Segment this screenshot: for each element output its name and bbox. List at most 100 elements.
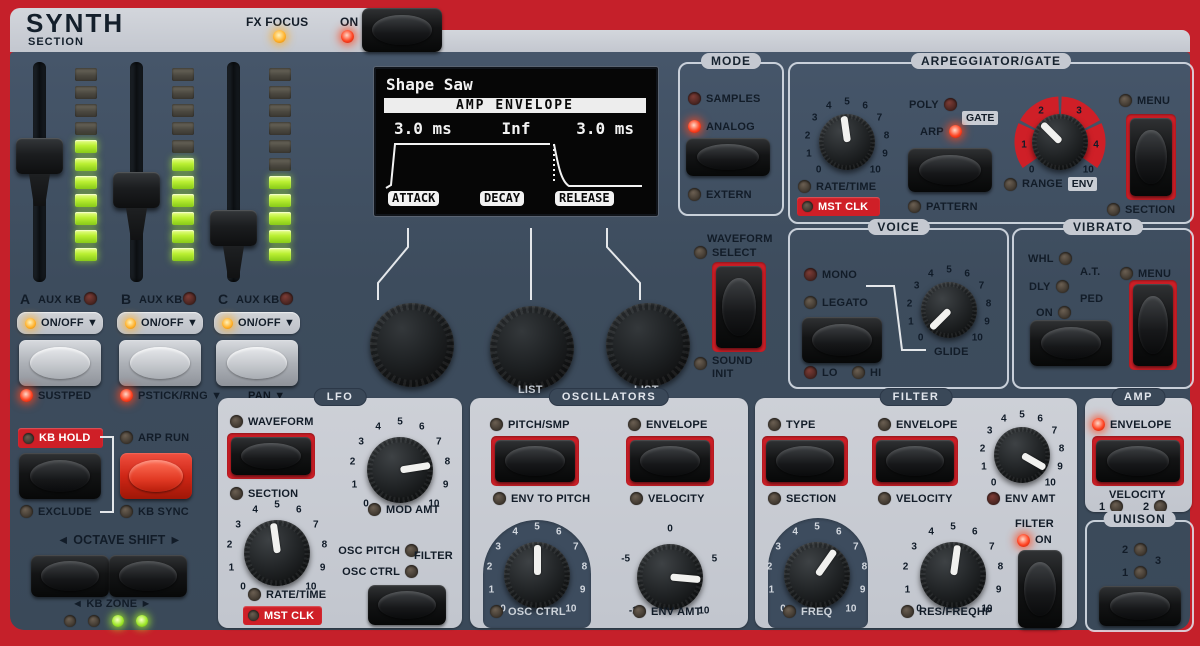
exclude-row: EXCLUDE <box>20 505 92 518</box>
display-banner: AMP ENVELOPE <box>384 98 646 113</box>
vib-menu-frame <box>1129 280 1177 370</box>
pitch-smp-button[interactable] <box>495 440 575 482</box>
arp-mode-button[interactable] <box>908 148 992 192</box>
amp-section: AMP ENVELOPE VELOCITY 1 2 <box>1085 398 1192 512</box>
knob-scale-label: 1 <box>908 317 914 328</box>
arp-run-row: ARP RUN <box>120 431 189 444</box>
knob-scale-label: 1 <box>229 562 235 573</box>
lfo-waveform-button[interactable] <box>231 437 311 475</box>
knob-scale-label: 8 <box>986 298 992 309</box>
fader-a-handle[interactable] <box>16 138 63 174</box>
vib-menu-button[interactable] <box>1133 284 1173 366</box>
filter-on-led <box>1017 534 1030 547</box>
lcd-display: Shape Saw AMP ENVELOPE 3.0 ms Inf 3.0 ms… <box>374 67 658 216</box>
page-title: SYNTH <box>26 8 124 39</box>
fader-c-meter <box>269 68 291 261</box>
amp-envelope-button[interactable] <box>1096 440 1180 482</box>
knob-scale-label: 9 <box>882 149 888 160</box>
meter-segment <box>269 212 291 225</box>
fader-c-handle[interactable] <box>210 210 257 246</box>
octave-up-button[interactable] <box>109 555 187 597</box>
pattern-row: PATTERN <box>908 200 978 213</box>
amp-envelope-frame <box>1092 436 1184 486</box>
octave-down-button[interactable] <box>31 555 109 597</box>
layer-c-onoff[interactable]: ON/OFF ▼ <box>214 312 300 334</box>
layer-a-onoff[interactable]: ON/OFF ▼ <box>17 312 103 334</box>
knob-scale-label: 0 <box>816 165 822 176</box>
filter-envelope-button[interactable] <box>876 440 954 482</box>
knob-scale-label: 3 <box>911 541 917 552</box>
attack-select-knob[interactable] <box>367 300 457 390</box>
knob-scale-label: 5 <box>274 500 280 511</box>
osc-envelope-button[interactable] <box>630 440 710 482</box>
pitch-smp-led <box>490 418 503 431</box>
lfo-waveform-row: WAVEFORM <box>230 415 314 428</box>
unison-3-label: 3 <box>1155 555 1161 567</box>
filter-on-button[interactable] <box>1018 550 1062 628</box>
mode-analog-row: ANALOG <box>688 120 755 133</box>
vibrato-button[interactable] <box>1030 320 1112 366</box>
knob-scale-label: 9 <box>580 584 586 595</box>
vib-menu-led <box>1120 267 1133 280</box>
meter-segment <box>269 158 291 171</box>
whl-row: WHL <box>1028 252 1072 265</box>
knob-scale-label: 10 <box>972 333 983 344</box>
knob-scale-label: 8 <box>582 562 588 573</box>
unison-button[interactable] <box>1099 586 1181 626</box>
filter-velocity-led <box>878 492 891 505</box>
decay-select-knob[interactable] <box>487 303 577 393</box>
kb-zone-led-1 <box>64 615 76 627</box>
meter-segment <box>269 68 291 81</box>
octave-shift-label: ◄ OCTAVE SHIFT ► <box>57 533 182 547</box>
layer-a-button[interactable] <box>19 340 101 386</box>
kb-hold-button[interactable] <box>19 453 101 499</box>
glide-knob[interactable]: 012345678910 <box>901 262 997 358</box>
meter-segment <box>172 122 194 135</box>
knob-scale-label: 3 <box>987 426 993 437</box>
voice-button[interactable] <box>802 317 882 363</box>
layer-b-label: B <box>121 291 131 307</box>
filter-type-led <box>768 418 781 431</box>
arp-mst-clk-led <box>802 201 813 212</box>
kb-zone-led-2 <box>88 615 100 627</box>
knob-scale-label: 5 <box>534 522 540 533</box>
section-on-button[interactable] <box>362 8 442 52</box>
layer-c-button[interactable] <box>216 340 298 386</box>
mode-button[interactable] <box>686 138 770 176</box>
knob-scale-label: 2 <box>903 562 909 573</box>
meter-segment <box>75 176 97 189</box>
arp-section-row: SECTION <box>1107 203 1175 216</box>
freq-led <box>783 605 796 618</box>
meter-segment <box>172 86 194 99</box>
layer-a-led <box>84 292 97 305</box>
waveform-select-button[interactable] <box>716 266 762 348</box>
voice-section: VOICE MONO LEGATO LO HI 012345678910 GLI… <box>788 228 1009 389</box>
knob-scale-label: 4 <box>512 527 518 538</box>
arp-range-knob[interactable]: 1 2 3 4 010 <box>1012 94 1108 190</box>
knob-scale-label: 4 <box>375 422 381 433</box>
knob-scale-label: 4 <box>928 269 934 280</box>
knob-scale-label: 2 <box>980 443 986 454</box>
lfo-dest-button[interactable] <box>368 585 446 625</box>
knob-scale-label: 8 <box>322 540 328 551</box>
layer-b-button[interactable] <box>119 340 201 386</box>
knob-scale-label: 6 <box>556 527 562 538</box>
knob-scale-label: 3 <box>914 281 920 292</box>
sound-init-label2: INIT <box>712 368 734 380</box>
fader-b-handle[interactable] <box>113 172 160 208</box>
release-select-knob[interactable] <box>603 300 693 390</box>
display-decay-value: Inf <box>502 119 531 138</box>
ped-label: PED <box>1080 293 1103 305</box>
arp-run-button[interactable] <box>120 453 192 499</box>
arp-menu-button[interactable] <box>1130 118 1172 196</box>
osc-env-amt-led <box>633 605 646 618</box>
filter-env-amt-knob[interactable]: 012345678910 <box>974 407 1070 503</box>
arp-rate-knob[interactable]: 012345678910 <box>799 94 895 190</box>
filter-type-button[interactable] <box>766 440 844 482</box>
osc-env-amt-row: ENV AMT <box>633 605 702 618</box>
knob-scale-label: 3 <box>812 113 818 124</box>
layer-b-onoff[interactable]: ON/OFF ▼ <box>117 312 203 334</box>
knob-scale-label: 3 <box>495 541 501 552</box>
res-led <box>901 605 914 618</box>
knob-scale-label: 0 <box>918 333 924 344</box>
